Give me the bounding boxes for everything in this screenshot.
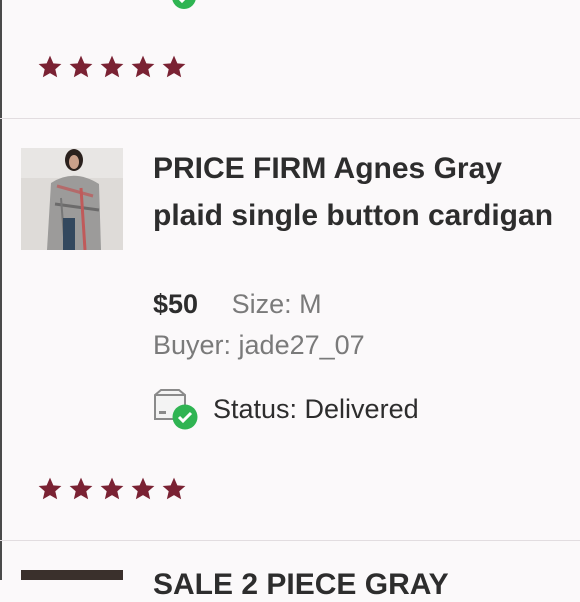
left-edge-border xyxy=(0,0,2,580)
star-icon xyxy=(161,476,187,502)
star-icon xyxy=(68,476,94,502)
listing-price: $50 xyxy=(153,289,199,319)
item-divider xyxy=(0,118,580,119)
star-icon xyxy=(37,54,63,80)
star-icon xyxy=(130,54,156,80)
next-item-title[interactable]: SALE 2 PIECE GRAY xyxy=(153,568,449,602)
star-icon xyxy=(99,54,125,80)
star-icon xyxy=(37,476,63,502)
star-icon xyxy=(68,54,94,80)
listing-price-size: $50 Size: M xyxy=(153,287,322,321)
listing-thumbnail[interactable] xyxy=(21,148,123,250)
status-text: Status: Delivered xyxy=(213,393,419,424)
package-delivered-icon xyxy=(153,389,199,430)
order-status: Status: Delivered xyxy=(153,389,419,430)
listing-title[interactable]: PRICE FIRM Agnes Gray plaid single butto… xyxy=(153,145,563,239)
listing-size: Size: M xyxy=(231,289,322,319)
item-divider xyxy=(0,540,580,541)
star-icon xyxy=(161,54,187,80)
listing-rating xyxy=(37,476,187,502)
star-icon xyxy=(130,476,156,502)
listing-buyer: Buyer: jade27_07 xyxy=(153,330,365,360)
star-icon xyxy=(99,476,125,502)
previous-item-status-icon xyxy=(153,0,199,10)
previous-item-rating xyxy=(37,54,187,80)
next-item-thumbnail[interactable] xyxy=(21,570,123,580)
